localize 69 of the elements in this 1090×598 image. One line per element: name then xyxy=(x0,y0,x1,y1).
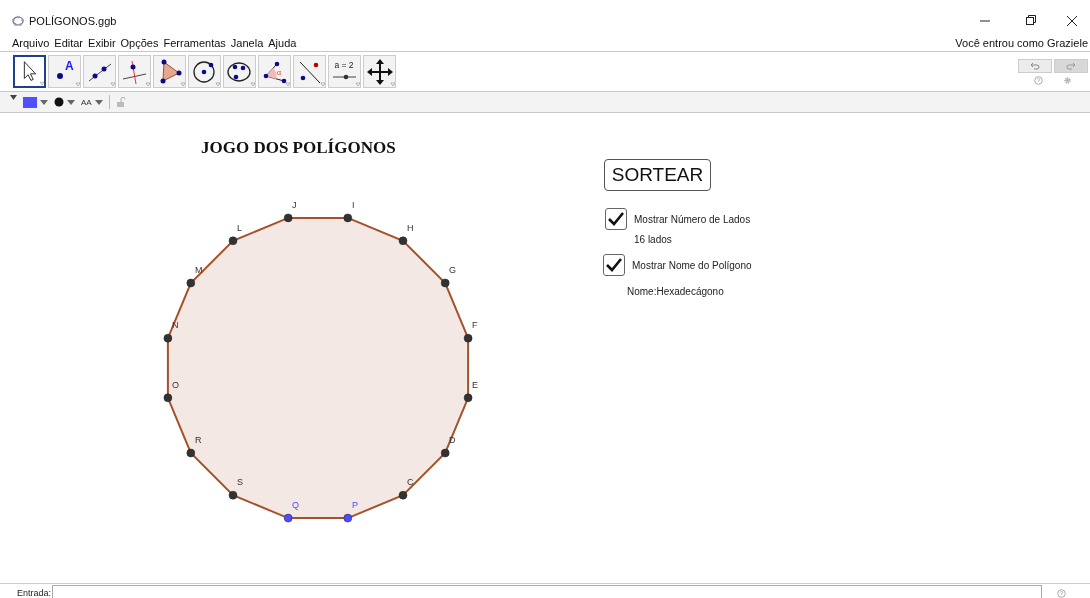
line-tool-button[interactable] xyxy=(83,55,116,88)
input-field[interactable] xyxy=(52,585,1042,598)
dropdown-icon[interactable] xyxy=(94,99,103,105)
perpendicular-tool-button[interactable] xyxy=(118,55,151,88)
polygon-vertex[interactable] xyxy=(463,393,473,403)
result-text: Nome:Hexadecágono xyxy=(627,286,724,297)
point-tool-button[interactable]: A xyxy=(48,55,81,88)
vertex-label: G xyxy=(449,265,456,275)
vertex-label: P xyxy=(352,500,358,510)
polygon-vertex[interactable] xyxy=(398,490,408,500)
polygon-shape[interactable] xyxy=(166,216,470,520)
vertex-label: S xyxy=(237,477,243,487)
menu-item[interactable]: Ferramentas xyxy=(163,36,226,49)
user-status: Você entrou como Graziele xyxy=(955,36,1088,49)
window-title: POLÍGONOS.ggb xyxy=(29,15,117,27)
menu-item[interactable]: Opções xyxy=(120,36,159,49)
move-tool-button[interactable] xyxy=(13,55,46,88)
point-style-icon[interactable] xyxy=(54,97,64,107)
vertex-label: L xyxy=(237,223,242,233)
vertex-label: C xyxy=(407,477,414,487)
checkbox[interactable] xyxy=(603,254,625,276)
vertex-label: E xyxy=(472,380,478,390)
menu-item[interactable]: Arquivo xyxy=(12,36,50,49)
polygon-vertex[interactable] xyxy=(343,513,353,523)
conic-tool-button[interactable] xyxy=(223,55,256,88)
polygon-vertex[interactable] xyxy=(186,448,196,458)
reflect-tool-button[interactable] xyxy=(293,55,326,88)
polygon-vertex[interactable] xyxy=(440,448,450,458)
polygon-vertex[interactable] xyxy=(463,333,473,343)
graphics-title: JOGO DOS POLÍGONOS xyxy=(201,138,396,158)
polygon-vertex[interactable] xyxy=(228,490,238,500)
polygon-vertex[interactable] xyxy=(398,236,408,246)
color-swatch[interactable] xyxy=(23,96,37,108)
vertex-label: I xyxy=(352,200,355,210)
text-size-label[interactable]: AA xyxy=(81,97,92,107)
checkbox[interactable] xyxy=(605,208,627,230)
polygon-vertex[interactable] xyxy=(283,213,293,223)
slider-tool-button[interactable]: a = 2 xyxy=(328,55,361,88)
checkbox-label: Mostrar Nome do Polígono xyxy=(632,259,752,271)
checkbox-label: Mostrar Número de Lados xyxy=(634,213,751,225)
menu-item[interactable]: Exibir xyxy=(88,36,116,49)
dropdown-icon[interactable] xyxy=(67,99,75,105)
vertex-label: O xyxy=(172,380,179,390)
undo-icon[interactable] xyxy=(1030,61,1040,70)
result-text: 16 lados xyxy=(634,234,672,245)
vertex-label: R xyxy=(195,435,202,445)
polygon-vertex[interactable] xyxy=(163,333,173,343)
vertex-label: H xyxy=(407,223,414,233)
move-view-tool-button[interactable] xyxy=(363,55,396,88)
vertex-label: F xyxy=(472,320,478,330)
polygon-vertex[interactable] xyxy=(343,213,353,223)
app-logo-icon xyxy=(12,15,24,27)
dropdown-icon[interactable] xyxy=(40,99,48,105)
toggle-icon[interactable] xyxy=(10,95,17,100)
polygon-vertex[interactable] xyxy=(186,278,196,288)
polygon-vertex[interactable] xyxy=(440,278,450,288)
vertex-label: M xyxy=(195,265,203,275)
input-label: Entrada: xyxy=(17,588,52,598)
menu-item[interactable]: Editar xyxy=(54,36,84,49)
polygon-vertex[interactable] xyxy=(283,513,293,523)
vertex-label: Q xyxy=(292,500,299,510)
menu-item[interactable]: Ajuda xyxy=(268,36,297,49)
polygon-tool-button[interactable] xyxy=(153,55,186,88)
sortear-button[interactable]: SORTEAR xyxy=(604,159,711,191)
polygon-vertex[interactable] xyxy=(163,393,173,403)
vertex-label: J xyxy=(292,200,297,210)
circle-tool-button[interactable] xyxy=(188,55,221,88)
polygon-vertex[interactable] xyxy=(228,236,238,246)
menu-item[interactable]: Janela xyxy=(230,36,264,49)
